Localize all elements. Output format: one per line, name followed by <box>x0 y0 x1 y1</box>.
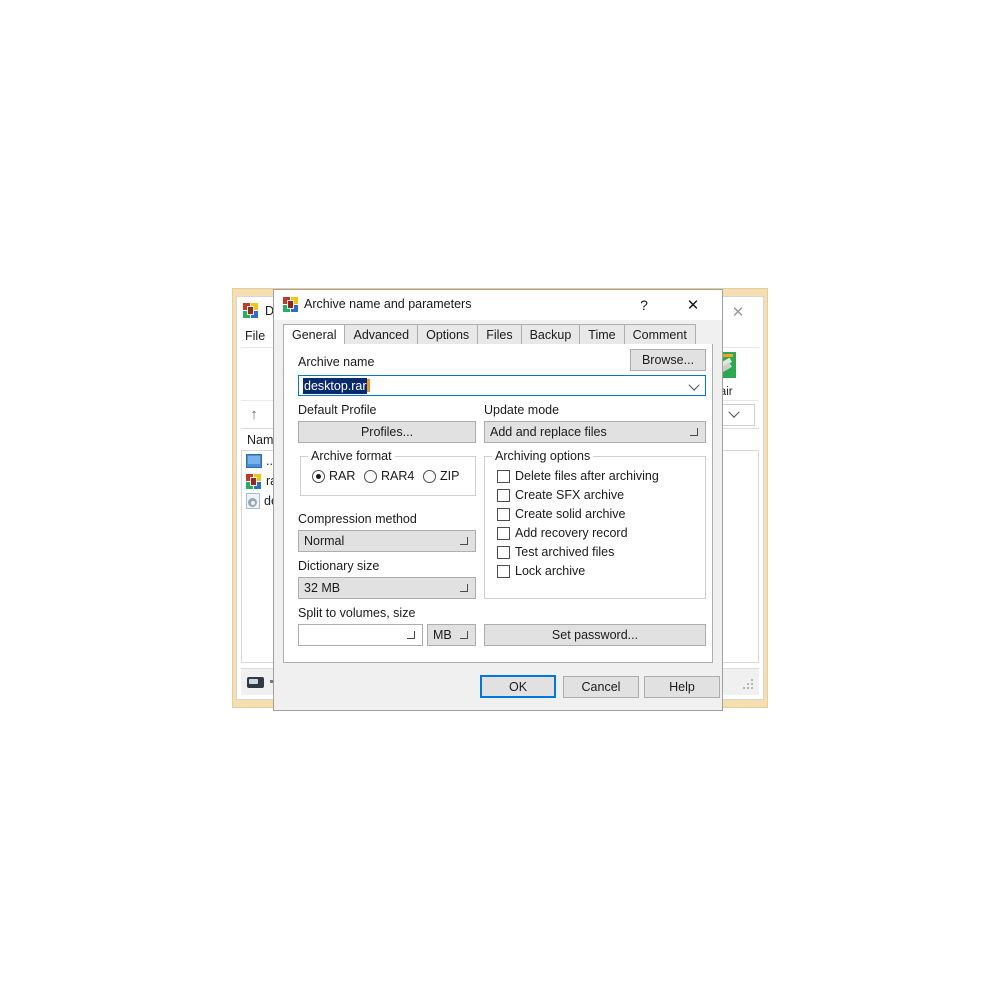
radio-rar-label: RAR <box>329 469 356 483</box>
parent-folder-icon <box>246 454 262 468</box>
dialog-tabs: General Advanced Options Files Backup Ti… <box>283 324 713 346</box>
radio-rar4[interactable]: RAR4 <box>364 469 414 483</box>
chevron-down-icon <box>460 537 468 545</box>
update-mode-combo[interactable]: Add and replace files <box>484 421 706 443</box>
archiving-options-legend: Archiving options <box>492 449 594 463</box>
browse-button[interactable]: Browse... <box>630 349 706 371</box>
list-item-name: .. <box>266 454 273 468</box>
ok-button[interactable]: OK <box>480 675 556 698</box>
update-mode-label: Update mode <box>484 403 560 417</box>
screen: D ✕ File Ad <box>0 0 1000 1000</box>
text-caret <box>366 379 370 392</box>
dialog-title: Archive name and parameters <box>304 297 472 311</box>
rar-archive-icon <box>246 473 262 489</box>
dictionary-size-label: Dictionary size <box>298 559 380 573</box>
radio-button-icon <box>364 469 377 483</box>
checkbox-label: Create SFX archive <box>515 488 625 502</box>
radio-button-icon <box>423 469 436 483</box>
checkbox-label: Lock archive <box>515 564 586 578</box>
help-button[interactable]: Help <box>644 676 720 698</box>
bg-menu-file[interactable]: File <box>245 329 265 343</box>
chevron-down-icon <box>728 406 740 418</box>
checkbox-icon <box>497 507 510 521</box>
archive-parameters-dialog: Archive name and parameters ? ✕ General … <box>273 289 723 711</box>
checkbox-icon <box>497 469 510 483</box>
close-icon[interactable]: ✕ <box>670 290 716 320</box>
tab-options[interactable]: Options <box>418 324 479 345</box>
checkbox-label: Test archived files <box>515 545 615 559</box>
radio-button-icon <box>312 469 325 483</box>
archive-name-input[interactable]: desktop.rar <box>298 375 706 396</box>
checkbox-icon <box>497 564 510 578</box>
split-volumes-combo[interactable] <box>298 624 423 646</box>
rar-archive-icon <box>243 303 259 319</box>
dictionary-size-combo[interactable]: 32 MB <box>298 577 476 599</box>
checkbox-label: Add recovery record <box>515 526 628 540</box>
checkbox-icon <box>497 526 510 540</box>
ini-file-icon <box>246 493 260 509</box>
archiving-options-group: Archiving options Delete files after arc… <box>484 449 706 599</box>
chevron-down-icon <box>407 631 415 639</box>
archive-name-label: Archive name <box>298 355 375 369</box>
compression-method-label: Compression method <box>298 512 417 526</box>
checkbox-icon <box>497 545 510 559</box>
drive-icon <box>247 676 264 688</box>
chevron-down-icon <box>460 631 468 639</box>
up-arrow-icon[interactable]: ↑ <box>241 406 267 423</box>
update-mode-value: Add and replace files <box>490 425 607 439</box>
chevron-down-icon[interactable] <box>688 378 700 391</box>
chevron-down-icon <box>690 428 698 436</box>
checkbox-add-recovery-record[interactable]: Add recovery record <box>497 526 628 540</box>
split-volumes-label: Split to volumes, size <box>298 606 416 620</box>
tab-backup[interactable]: Backup <box>521 324 581 345</box>
resize-grip[interactable] <box>743 679 753 689</box>
winrar-icon <box>283 297 299 313</box>
compression-method-combo[interactable]: Normal <box>298 530 476 552</box>
checkbox-delete-files-after-archiving[interactable]: Delete files after archiving <box>497 469 659 483</box>
dictionary-size-value: 32 MB <box>304 581 341 595</box>
archive-format-group: Archive format RAR RAR4 ZIP <box>300 449 476 496</box>
checkbox-label: Create solid archive <box>515 507 626 521</box>
dialog-titlebar: Archive name and parameters ? ✕ <box>274 290 722 320</box>
checkbox-lock-archive[interactable]: Lock archive <box>497 564 585 578</box>
cancel-button[interactable]: Cancel <box>563 676 639 698</box>
radio-rar4-label: RAR4 <box>381 469 415 483</box>
default-profile-label: Default Profile <box>298 403 377 417</box>
profiles-button[interactable]: Profiles... <box>298 421 476 443</box>
tab-files[interactable]: Files <box>478 324 522 345</box>
archive-format-legend: Archive format <box>308 449 395 463</box>
set-password-button[interactable]: Set password... <box>484 624 706 646</box>
checkbox-create-sfx-archive[interactable]: Create SFX archive <box>497 488 624 502</box>
radio-zip-label: ZIP <box>440 469 460 483</box>
tab-comment[interactable]: Comment <box>624 324 696 345</box>
tab-advanced[interactable]: Advanced <box>345 324 419 345</box>
tab-general[interactable]: General <box>283 324 346 345</box>
radio-rar[interactable]: RAR <box>312 469 355 483</box>
chevron-down-icon <box>460 584 468 592</box>
bg-close-button[interactable]: ✕ <box>719 301 757 323</box>
compression-method-value: Normal <box>304 534 345 548</box>
checkbox-create-solid-archive[interactable]: Create solid archive <box>497 507 625 521</box>
checkbox-test-archived-files[interactable]: Test archived files <box>497 545 614 559</box>
checkbox-label: Delete files after archiving <box>515 469 659 483</box>
split-volumes-unit: MB <box>433 628 452 642</box>
general-tab-page: Archive name Browse... desktop.rar Defau… <box>283 344 713 663</box>
archive-name-value: desktop.rar <box>303 377 367 394</box>
dialog-help-icon[interactable]: ? <box>626 290 662 320</box>
radio-zip[interactable]: ZIP <box>423 469 459 483</box>
checkbox-icon <box>497 488 510 502</box>
split-volumes-unit-combo[interactable]: MB <box>427 624 476 646</box>
tab-time[interactable]: Time <box>580 324 625 345</box>
